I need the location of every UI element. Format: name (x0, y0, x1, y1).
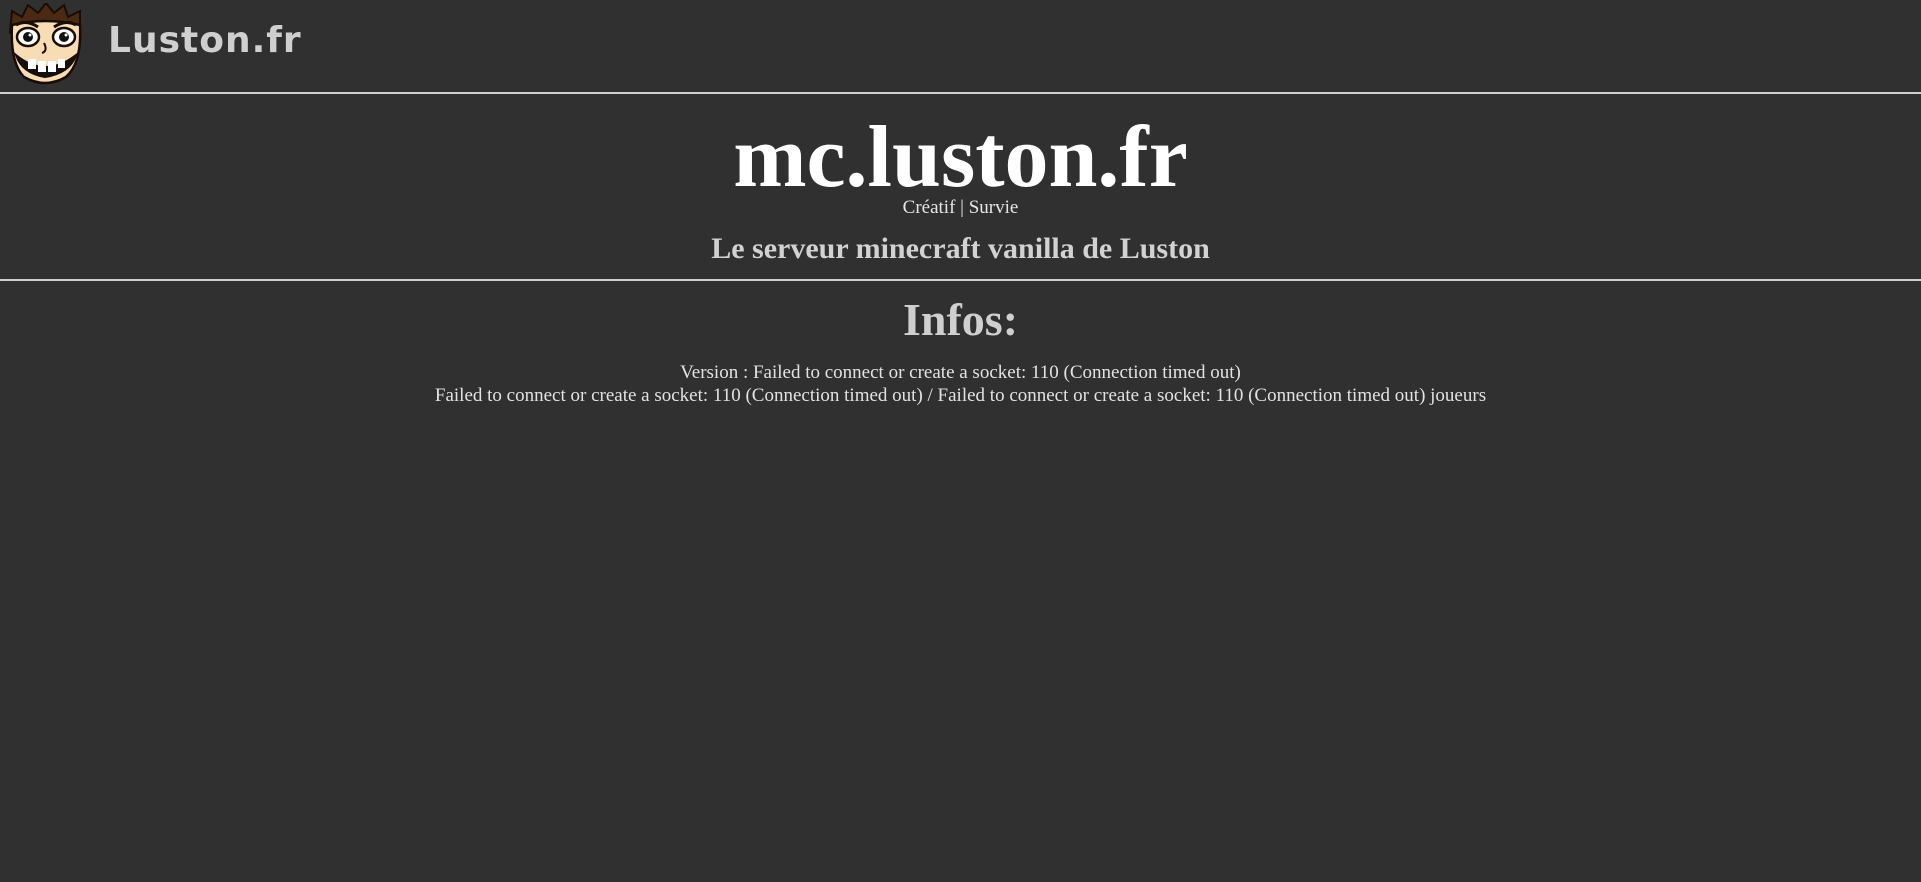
site-header: Luston.fr (0, 0, 1921, 94)
infos-section: Infos: Version : Failed to connect or cr… (0, 295, 1921, 407)
brand-link[interactable]: Luston.fr (108, 20, 302, 61)
version-status: Version : Failed to connect or create a … (680, 362, 1241, 383)
players-status: Failed to connect or create a socket: 11… (434, 385, 1487, 406)
infos-heading: Infos: (902, 294, 1019, 345)
game-modes: Créatif | Survie (902, 197, 1019, 218)
server-address-title: mc.luston.fr (733, 109, 1188, 206)
server-tagline: Le serveur minecraft vanilla de Luston (711, 232, 1210, 265)
hero-section: mc.luston.fr Créatif | Survie Le serveur… (0, 94, 1921, 281)
grinning-face-logo-icon[interactable] (4, 3, 86, 85)
